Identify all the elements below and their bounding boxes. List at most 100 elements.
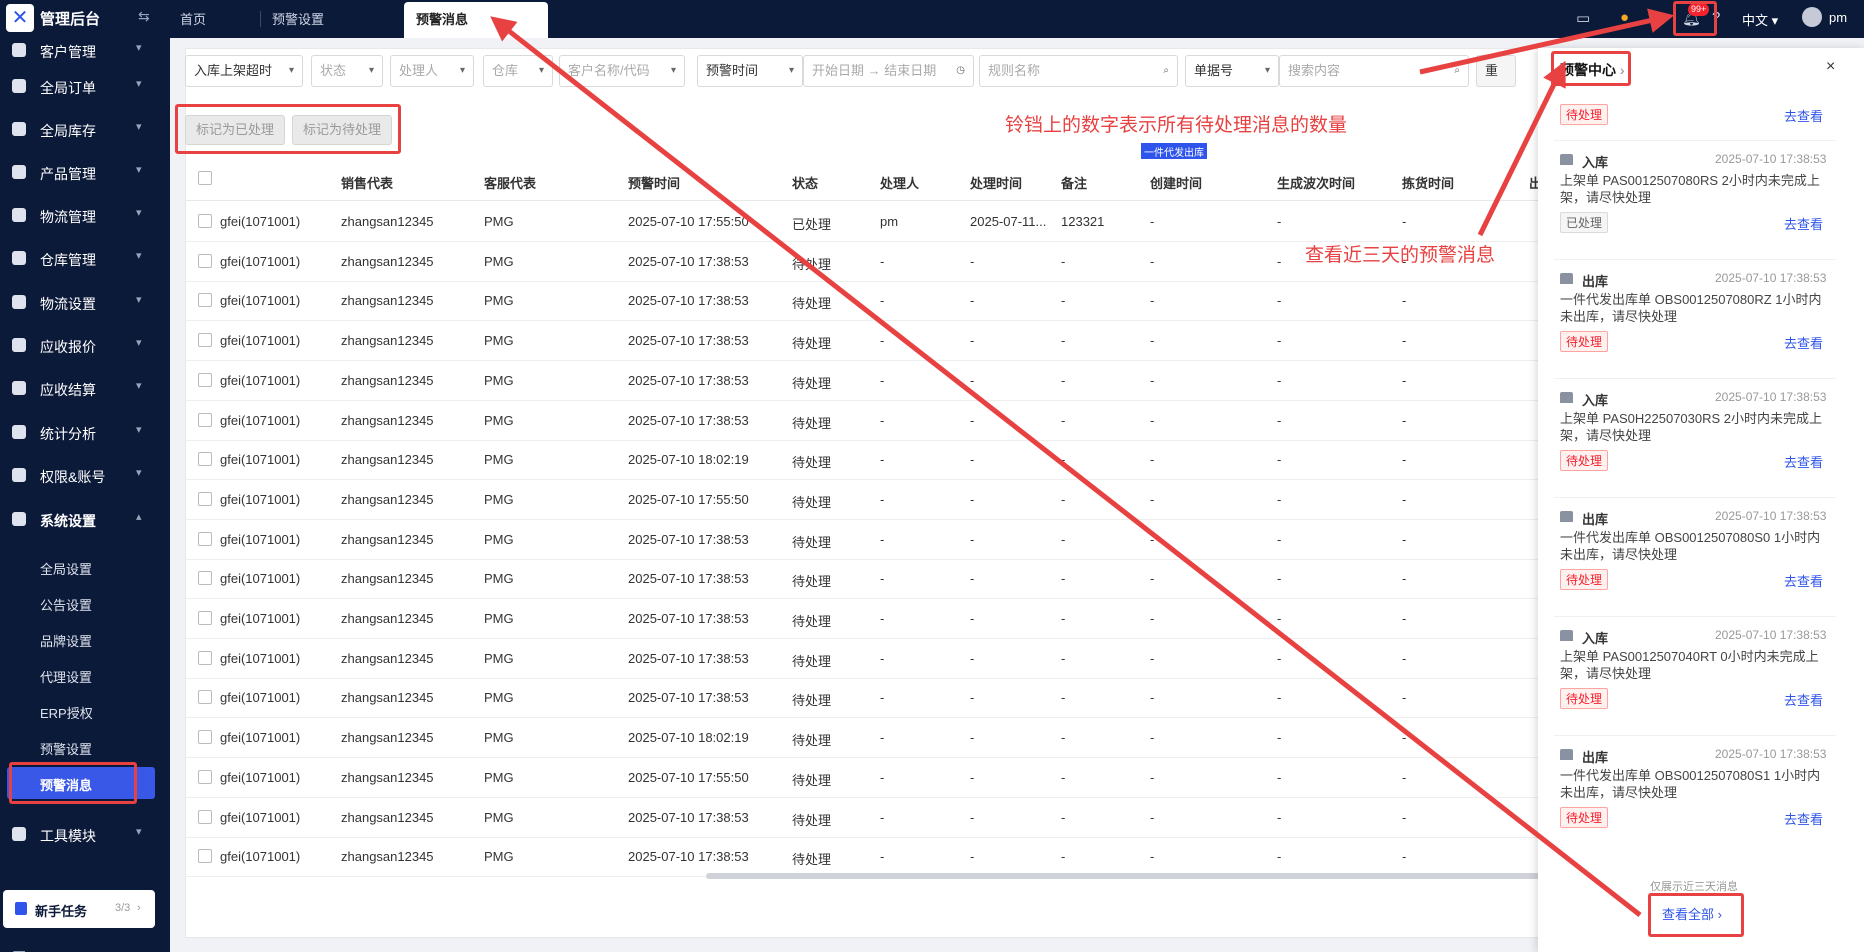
inbox-icon[interactable]: ▭ bbox=[1576, 9, 1590, 27]
avatar[interactable] bbox=[1802, 7, 1822, 27]
select-all-checkbox[interactable] bbox=[198, 171, 212, 185]
sidebar-sub-global[interactable]: 全局设置 bbox=[40, 559, 92, 578]
chevron-down-icon: ▾ bbox=[788, 65, 794, 76]
handler-select[interactable]: 处理人 ▾ bbox=[390, 55, 474, 87]
row-checkbox[interactable] bbox=[198, 253, 212, 268]
row-checkbox[interactable] bbox=[198, 769, 212, 784]
tab-alert-settings[interactable]: 预警设置 bbox=[260, 0, 336, 38]
search-input[interactable]: 搜索内容 ⌕ bbox=[1279, 55, 1469, 87]
sidebar-sub-alert-settings[interactable]: 预警设置 bbox=[40, 739, 92, 758]
table-cell: PMG bbox=[484, 372, 514, 388]
row-checkbox[interactable] bbox=[198, 849, 212, 864]
table-cell: - bbox=[1061, 571, 1066, 587]
table-row[interactable]: gfei(1071001) zhangsan12345 PMG 2025-07-10 … bbox=[186, 599, 1554, 639]
table-cell: - bbox=[1277, 650, 1282, 666]
sidebar-item-statistics[interactable]: 统计分析 ▾ bbox=[0, 412, 170, 454]
alert-type-select[interactable]: 入库上架超时 ▾ bbox=[185, 55, 303, 87]
table-cell: - bbox=[1150, 372, 1155, 388]
close-icon[interactable]: × bbox=[1826, 58, 1835, 76]
download-icon[interactable]: ⊕ bbox=[1652, 9, 1665, 27]
row-checkbox[interactable] bbox=[198, 372, 212, 387]
view-link[interactable]: 去查看 bbox=[1784, 333, 1823, 352]
table-row[interactable]: gfei(1071001) zhangsan12345 PMG 2025-07-10 … bbox=[186, 401, 1554, 441]
table-row[interactable]: gfei(1071001) zhangsan12345 PMG 2025-07-10 … bbox=[186, 639, 1554, 679]
sidebar-item-permissions[interactable]: 权限&账号 ▾ bbox=[0, 455, 170, 497]
sidebar-sub-brand[interactable]: 品牌设置 bbox=[40, 631, 92, 650]
row-checkbox[interactable] bbox=[198, 491, 212, 506]
table-row[interactable]: gfei(1071001) zhangsan12345 PMG 2025-07-10 … bbox=[186, 520, 1554, 560]
table-row[interactable]: gfei(1071001) zhangsan12345 PMG 2025-07-10 … bbox=[186, 678, 1554, 719]
date-range-picker[interactable]: 开始日期 → 结束日期 ◷ bbox=[803, 55, 974, 87]
row-checkbox[interactable] bbox=[198, 730, 212, 745]
username[interactable]: pm bbox=[1829, 10, 1847, 25]
row-checkbox[interactable] bbox=[198, 531, 212, 546]
table-cell: 2025-07-11... bbox=[970, 214, 1047, 229]
table-row[interactable]: gfei(1071001) zhangsan12345 PMG 2025-07-10 … bbox=[186, 480, 1554, 520]
row-checkbox[interactable] bbox=[198, 650, 212, 665]
table-row[interactable]: gfei(1071001) zhangsan12345 PMG 2025-07-10 … bbox=[186, 202, 1554, 242]
view-link[interactable]: 去查看 bbox=[1784, 106, 1823, 125]
time-type-select[interactable]: 预警时间 ▾ bbox=[697, 55, 803, 87]
status-select[interactable]: 状态 ▾ bbox=[311, 55, 383, 87]
sidebar-item-tools[interactable]: 工具模块 ▾ bbox=[0, 814, 170, 856]
robot-icon[interactable]: ● bbox=[1620, 9, 1629, 26]
customer-select[interactable]: 客户名称/代码 ▾ bbox=[559, 55, 685, 87]
sidebar-item-orders[interactable]: 全局订单 ▾ bbox=[0, 66, 170, 108]
table-cell: zhangsan12345 bbox=[341, 730, 434, 746]
view-link[interactable]: 去查看 bbox=[1784, 214, 1823, 233]
row-checkbox[interactable] bbox=[198, 690, 212, 705]
table-row[interactable]: gfei(1071001) zhangsan12345 PMG 2025-07-10 … bbox=[186, 321, 1554, 362]
view-link[interactable]: 去查看 bbox=[1784, 690, 1823, 709]
sidebar-item-warehouse[interactable]: 仓库管理 ▾ bbox=[0, 238, 170, 280]
view-link[interactable]: 去查看 bbox=[1784, 571, 1823, 590]
rule-name-input[interactable]: 规则名称 ⌕ bbox=[979, 55, 1178, 87]
row-checkbox[interactable] bbox=[198, 293, 212, 308]
table-row[interactable]: gfei(1071001) zhangsan12345 PMG 2025-07-10 … bbox=[186, 837, 1554, 878]
sidebar-item-quotes[interactable]: 应收报价 ▾ bbox=[0, 325, 170, 367]
table-cell: zhangsan12345 bbox=[341, 214, 434, 229]
table-row[interactable]: gfei(1071001) zhangsan12345 PMG 2025-07-10 … bbox=[186, 559, 1554, 600]
table-cell: - bbox=[880, 769, 885, 785]
table-row[interactable]: gfei(1071001) zhangsan12345 PMG 2025-07-10 … bbox=[186, 281, 1554, 322]
table-row[interactable]: gfei(1071001) zhangsan12345 PMG 2025-07-10 … bbox=[186, 718, 1554, 759]
sidebar-item-products[interactable]: 产品管理 ▾ bbox=[0, 152, 170, 194]
row-checkbox[interactable] bbox=[198, 452, 212, 467]
view-link[interactable]: 去查看 bbox=[1784, 809, 1823, 828]
doc-type-select[interactable]: 单据号 ▾ bbox=[1185, 55, 1279, 87]
menu-icon[interactable]: ☰ bbox=[12, 948, 26, 952]
row-checkbox[interactable] bbox=[198, 412, 212, 427]
sidebar-item-inventory[interactable]: 全局库存 ▾ bbox=[0, 109, 170, 151]
table-row[interactable]: gfei(1071001) zhangsan12345 PMG 2025-07-10 … bbox=[186, 361, 1554, 401]
row-checkbox[interactable] bbox=[198, 611, 212, 625]
sidebar-item-logistics-settings[interactable]: 物流设置 ▾ bbox=[0, 282, 170, 324]
tab-home[interactable]: 首页 bbox=[168, 0, 218, 38]
language-select[interactable]: 中文 ▾ bbox=[1742, 10, 1778, 29]
table-row[interactable]: gfei(1071001) zhangsan12345 PMG 2025-07-10 … bbox=[186, 440, 1554, 481]
newbie-task-button[interactable]: 新手任务 3/3 › bbox=[3, 890, 155, 928]
table-cell: - bbox=[1277, 214, 1282, 229]
alert-message: 一件代发出库单 OBS0012507080S0 1小时内未出库，请尽快处理 bbox=[1560, 530, 1821, 562]
sidebar-item-system[interactable]: 系统设置 ▴ bbox=[0, 499, 170, 541]
collapse-icon[interactable]: ⇆ bbox=[138, 8, 150, 25]
sidebar-item-logistics[interactable]: 物流管理 ▾ bbox=[0, 195, 170, 237]
table-row[interactable]: gfei(1071001) zhangsan12345 PMG 2025-07-10 … bbox=[186, 758, 1554, 798]
sidebar-sub-notice[interactable]: 公告设置 bbox=[40, 595, 92, 614]
table-cell: - bbox=[970, 372, 975, 388]
warehouse-icon bbox=[12, 122, 26, 136]
row-checkbox[interactable] bbox=[198, 214, 212, 228]
sidebar-item-settlement[interactable]: 应收结算 ▾ bbox=[0, 368, 170, 410]
reset-button[interactable]: 重 bbox=[1476, 55, 1516, 87]
view-link[interactable]: 去查看 bbox=[1784, 452, 1823, 471]
table-row[interactable]: gfei(1071001) zhangsan12345 PMG 2025-07-10 … bbox=[186, 798, 1554, 838]
horizontal-scrollbar[interactable] bbox=[706, 873, 1554, 879]
row-checkbox[interactable] bbox=[198, 333, 212, 348]
table-cell: 2025-07-10 17:38:53 bbox=[628, 293, 749, 309]
sidebar-sub-erp[interactable]: ERP授权 bbox=[40, 703, 93, 722]
warehouse-select[interactable]: 仓库 ▾ bbox=[483, 55, 553, 87]
row-checkbox[interactable] bbox=[198, 571, 212, 586]
sidebar-sub-agent[interactable]: 代理设置 bbox=[40, 667, 92, 686]
chevron-down-icon: ▾ bbox=[136, 78, 142, 90]
alert-time: 2025-07-10 17:38:53 bbox=[1715, 390, 1827, 404]
row-checkbox[interactable] bbox=[198, 809, 212, 824]
tab-alert-messages[interactable]: 预警消息 bbox=[404, 2, 548, 38]
